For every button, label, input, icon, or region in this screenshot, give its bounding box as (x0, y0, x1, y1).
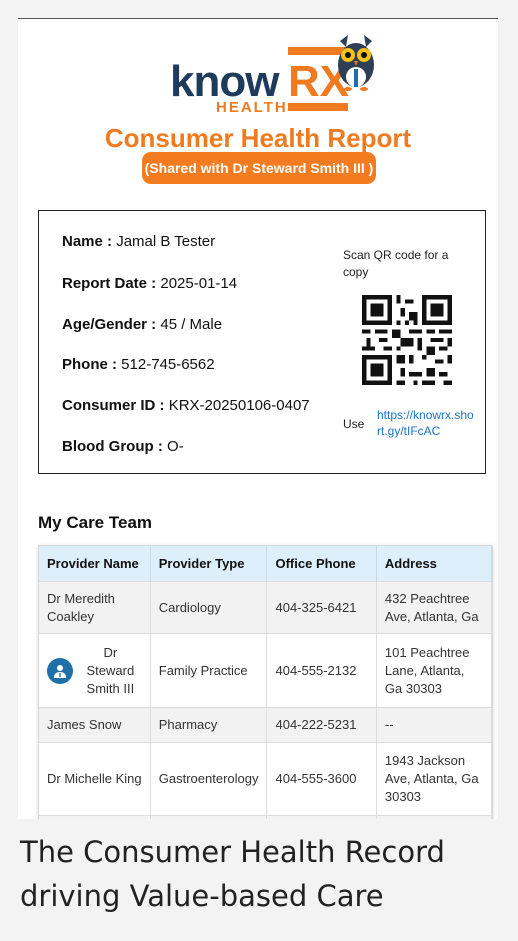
blood-group-row: Blood Group : O- (62, 438, 184, 455)
report-title: Consumer Health Report (104, 123, 412, 153)
care-team-title: My Care Team (38, 513, 153, 532)
provider-name: Dr Steward Smith III (86, 644, 135, 696)
office-phone-cell (266, 815, 377, 819)
qr-caption: Scan QR code for a copy (343, 248, 449, 279)
patient-name-row: Name : Jamal B Tester (62, 233, 215, 250)
age-gender-row: Age/Gender : 45 / Male (62, 316, 222, 333)
address-cell (376, 815, 492, 819)
table-row[interactable]: Dr Steward Smith III Family Practice 404… (39, 633, 492, 708)
address-cell: 432 Peachtree Ave, Atlanta, Ga (376, 581, 492, 634)
owl-mascot-icon (338, 35, 374, 91)
table-row[interactable]: Dr Meredith Coakley Cardiology 404-325-6… (39, 581, 492, 634)
logo-health-text: HEALTH (216, 99, 288, 116)
office-phone-cell: 404-325-6421 (266, 581, 377, 634)
phone-row: Phone : 512-745-6562 (62, 356, 215, 373)
column-header-address: Address (376, 546, 492, 582)
consumer-id-value: KRX-20250106-0407 (168, 397, 310, 414)
knowrx-health-logo: know RX HEALTH (168, 27, 374, 116)
column-header-office-phone: Office Phone (266, 546, 377, 582)
report-date-label: Report Date : (62, 275, 157, 292)
provider-type-cell: Family Practice (150, 633, 268, 708)
doctor-avatar-icon (47, 657, 73, 684)
phone-value: 512-745-6562 (121, 356, 215, 373)
provider-type-cell: Gastroenterology (150, 742, 268, 816)
column-header-provider-name: Provider Name (39, 546, 151, 582)
address-cell: 1943 Jackson Ave, Atlanta, Ga 30303 (376, 742, 492, 816)
qr-code-icon[interactable] (362, 295, 452, 385)
report-date-value: 2025-01-14 (160, 275, 238, 292)
report-card: know RX HEALTH Consumer Health Report (S… (18, 18, 498, 819)
table-row[interactable] (39, 815, 492, 819)
address-cell: -- (376, 707, 492, 743)
provider-type-cell: Cardiology (150, 581, 268, 634)
provider-name-cell: Dr Michelle King (39, 742, 151, 816)
short-link[interactable]: https://knowrx.short.gy/tIFcAC (377, 407, 477, 439)
provider-type-cell: Pharmacy (150, 707, 268, 743)
use-label: Use (343, 417, 365, 431)
table-row[interactable]: Dr Michelle King Gastroenterology 404-55… (39, 742, 492, 816)
blood-group-value: O- (166, 438, 184, 455)
image-caption: The Consumer Health Record driving Value… (20, 835, 445, 913)
provider-name-cell: Dr Steward Smith III (39, 633, 151, 708)
age-gender-label: Age/Gender : (62, 316, 157, 333)
patient-info-box: Name : Jamal B Tester Report Date : 2025… (38, 210, 486, 474)
office-phone-cell: 404-222-5231 (266, 707, 377, 743)
provider-type-cell (150, 815, 268, 819)
shared-with-badge: (Shared with Dr Steward Smith III ) (142, 152, 376, 184)
address-cell: 101 Peachtree Lane, Atlanta, Ga 30303 (376, 633, 492, 708)
provider-name-cell (39, 815, 151, 819)
table-header-row: Provider Name Provider Type Office Phone… (39, 546, 492, 582)
care-team-table: Provider Name Provider Type Office Phone… (38, 545, 493, 819)
consumer-id-row: Consumer ID : KRX-20250106-0407 (62, 397, 310, 414)
blood-group-label: Blood Group : (62, 438, 163, 455)
column-header-provider-type: Provider Type (150, 546, 268, 582)
report-date-row: Report Date : 2025-01-14 (62, 275, 237, 292)
provider-name-cell: James Snow (39, 707, 151, 743)
office-phone-cell: 404-555-2132 (266, 633, 377, 708)
name-label: Name : (62, 233, 113, 250)
table-row[interactable]: James Snow Pharmacy 404-222-5231 -- (39, 707, 492, 743)
age-gender-value: 45 / Male (160, 316, 223, 333)
phone-label: Phone : (62, 356, 117, 373)
consumer-id-label: Consumer ID : (62, 397, 165, 414)
name-value: Jamal B Tester (116, 233, 216, 250)
provider-name-cell: Dr Meredith Coakley (39, 581, 151, 634)
office-phone-cell: 404-555-3600 (266, 742, 377, 816)
